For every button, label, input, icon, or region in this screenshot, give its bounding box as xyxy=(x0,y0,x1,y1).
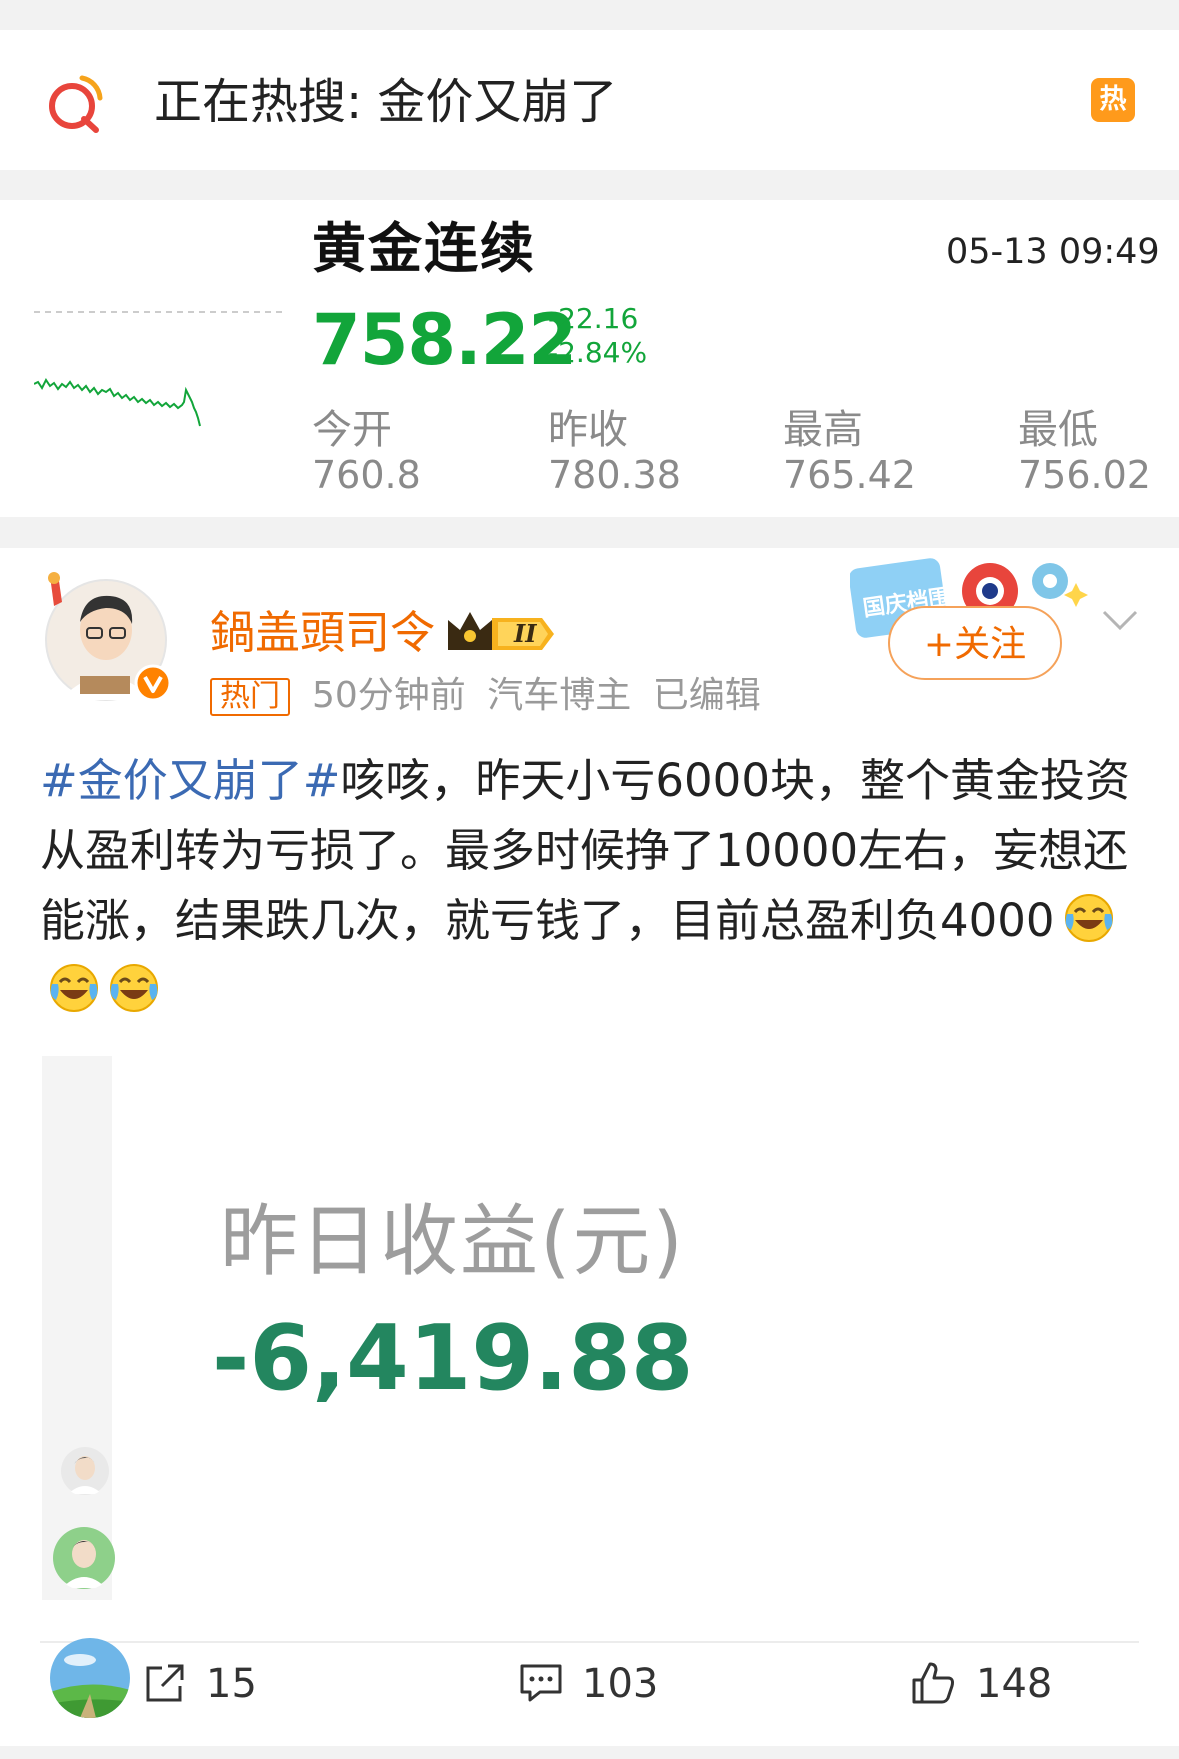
laughing-crying-emoji-icon xyxy=(110,964,158,1012)
hot-search-bar[interactable]: 正在热搜: 金价又崩了 热 xyxy=(0,30,1179,170)
stat-prev-close-value: 780.38 xyxy=(548,453,681,497)
stat-open-label: 今开 xyxy=(312,407,392,453)
chevron-down-icon[interactable] xyxy=(1100,600,1140,640)
price-change-percent: -2.84% xyxy=(548,336,648,369)
hot-tag: 热门 xyxy=(210,678,290,716)
svg-text:II: II xyxy=(513,619,537,648)
small-avatar-2 xyxy=(53,1527,115,1589)
price-sparkline xyxy=(34,311,284,427)
stat-high-value: 765.42 xyxy=(783,453,916,497)
stat-prev-close-label: 昨收 xyxy=(548,407,628,453)
post-meta: 50分钟前 汽车博主 已编辑 xyxy=(312,675,761,716)
bottom-spacer xyxy=(0,1746,1179,1759)
image-yesterday-earnings-label: 昨日收益(元) xyxy=(220,1197,685,1287)
attached-image[interactable]: 昨日收益(元) -6,419.88 xyxy=(42,1056,1142,1600)
weibo-post-card: 鍋盖頭司令 II 热门 50分钟前 汽车博主 已编辑 国庆档围观 +关注 #金价… xyxy=(0,548,1179,1746)
landscape-avatar-image xyxy=(50,1638,130,1718)
hot-badge: 热 xyxy=(1091,78,1135,122)
stat-low-value: 756.02 xyxy=(1018,453,1151,497)
action-divider xyxy=(40,1641,1139,1643)
author-name[interactable]: 鍋盖頭司令 xyxy=(210,604,435,662)
current-price: 758.22 xyxy=(312,299,577,381)
verified-badge-icon xyxy=(134,664,172,702)
laughing-crying-emoji-icon xyxy=(50,964,98,1012)
stock-quote-card[interactable]: 黄金连续 05-13 09:49 758.22 -22.16 -2.84% 今开… xyxy=(0,200,1179,517)
quote-time: 05-13 09:49 xyxy=(946,232,1160,272)
repost-count[interactable]: 15 xyxy=(206,1658,257,1710)
instrument-name: 黄金连续 xyxy=(312,217,536,280)
stat-high-label: 最高 xyxy=(783,407,863,453)
laughing-crying-emoji-icon xyxy=(1064,894,1113,942)
hashtag-link[interactable]: #金价又崩了# xyxy=(40,754,340,807)
post-body: #金价又崩了#咳咳，昨天小亏6000块，整个黄金投资从盈利转为亏损了。最多时候挣… xyxy=(40,746,1150,1026)
hot-search-icon xyxy=(49,75,103,133)
comment-count[interactable]: 103 xyxy=(582,1658,658,1710)
follow-button[interactable]: +关注 xyxy=(888,606,1062,680)
vip-crown-icon: II xyxy=(448,612,554,650)
repost-icon[interactable] xyxy=(142,1660,188,1706)
author-avatar[interactable] xyxy=(40,572,172,702)
image-side-strip xyxy=(42,1056,112,1600)
stat-open-value: 760.8 xyxy=(312,453,421,497)
like-count[interactable]: 148 xyxy=(976,1658,1052,1710)
image-yesterday-earnings-value: -6,419.88 xyxy=(212,1306,694,1411)
comment-icon[interactable] xyxy=(518,1660,564,1706)
commenter-avatar[interactable] xyxy=(50,1638,130,1718)
like-icon[interactable] xyxy=(910,1660,956,1706)
stat-low-label: 最低 xyxy=(1018,407,1098,453)
hot-search-text: 正在热搜: 金价又崩了 xyxy=(154,74,618,130)
price-change: -22.16 xyxy=(548,302,639,335)
small-avatar-1 xyxy=(61,1447,109,1495)
